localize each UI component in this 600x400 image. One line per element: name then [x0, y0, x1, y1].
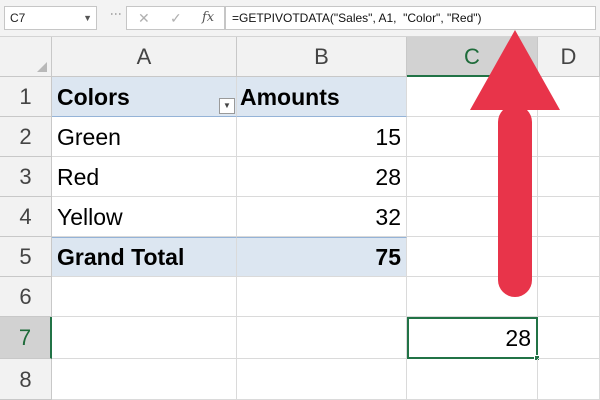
arrow-shaft	[498, 105, 532, 297]
arrow-head-icon	[470, 30, 560, 110]
red-arrow-annotation	[470, 30, 560, 297]
